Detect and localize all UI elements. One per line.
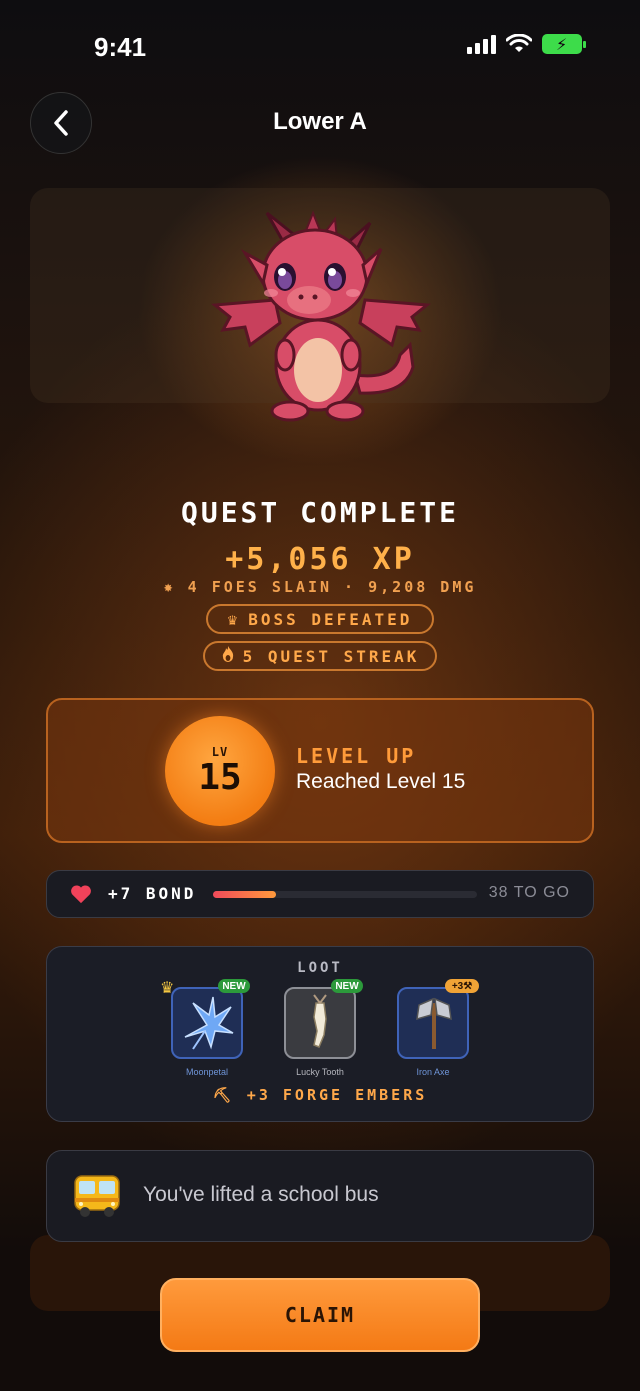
new-badge: NEW xyxy=(331,979,363,993)
moonpetal-icon xyxy=(184,996,234,1050)
dragon-mascot xyxy=(211,210,431,422)
loot-item-moonpetal[interactable] xyxy=(171,987,243,1059)
claim-button[interactable]: CLAIM xyxy=(160,1278,480,1352)
page-title: Lower A xyxy=(273,108,367,135)
bond-progress-fill xyxy=(213,891,277,898)
xp-gained: +5,056 XP xyxy=(225,542,415,577)
loot-item-lucky-tooth[interactable] xyxy=(284,987,356,1059)
stats-line: ✸ 4 FOES SLAIN · 9,208 DMG xyxy=(0,578,640,596)
level-up-title: LEVEL UP xyxy=(296,744,417,768)
battery-icon: ⚡ xyxy=(542,34,586,54)
upgrade-badge-label: +3 xyxy=(451,980,464,992)
bond-label: +7 BOND xyxy=(108,884,197,903)
bond-remaining: 38 TO GO xyxy=(488,884,570,901)
boss-defeated-label: BOSS DEFEATED xyxy=(248,609,413,629)
wifi-icon xyxy=(506,34,532,52)
status-icons: ⚡ xyxy=(467,34,586,54)
hammer-icon: ⚒ xyxy=(463,980,473,992)
new-badge: NEW xyxy=(218,979,250,993)
crown-icon: ♛ xyxy=(160,978,175,997)
loot-item-name: Iron Axe xyxy=(416,1067,450,1077)
forge-embers-label: +3 FORGE EMBERS xyxy=(246,1086,428,1104)
stats-text: 4 FOES SLAIN · 9,208 DMG xyxy=(187,578,477,596)
school-bus-icon xyxy=(74,1175,120,1217)
level-number: 15 xyxy=(198,757,242,798)
loot-title: LOOT xyxy=(297,960,343,976)
milestone-text: You've lifted a school bus xyxy=(143,1183,379,1206)
loot-item-name: Lucky Tooth xyxy=(296,1067,344,1077)
axe-icon xyxy=(416,997,452,1049)
signal-icon xyxy=(467,34,496,54)
heart-icon xyxy=(71,885,91,904)
loot-item-iron-axe[interactable] xyxy=(397,987,469,1059)
flame-icon xyxy=(221,645,235,667)
forge-embers: ⛏ +3 FORGE EMBERS xyxy=(0,1086,640,1104)
upgrade-badge: +3 ⚒ xyxy=(445,979,479,993)
level-up-subtitle: Reached Level 15 xyxy=(296,770,466,793)
quest-complete-title: QUEST COMPLETE xyxy=(180,496,459,529)
pickaxe-icon: ⛏ xyxy=(212,1086,235,1104)
quest-streak-badge: 5 QUEST STREAK xyxy=(203,641,437,671)
burst-icon: ✸ xyxy=(163,578,176,596)
loot-item-name: Moonpetal xyxy=(185,1067,229,1077)
quest-streak-label: 5 QUEST STREAK xyxy=(242,646,420,666)
crown-icon: ♛ xyxy=(227,609,241,629)
boss-defeated-badge: ♛ BOSS DEFEATED xyxy=(206,604,434,634)
tooth-icon xyxy=(313,994,327,1048)
level-badge: LV 15 xyxy=(165,716,275,826)
status-time: 9:41 xyxy=(94,32,147,62)
